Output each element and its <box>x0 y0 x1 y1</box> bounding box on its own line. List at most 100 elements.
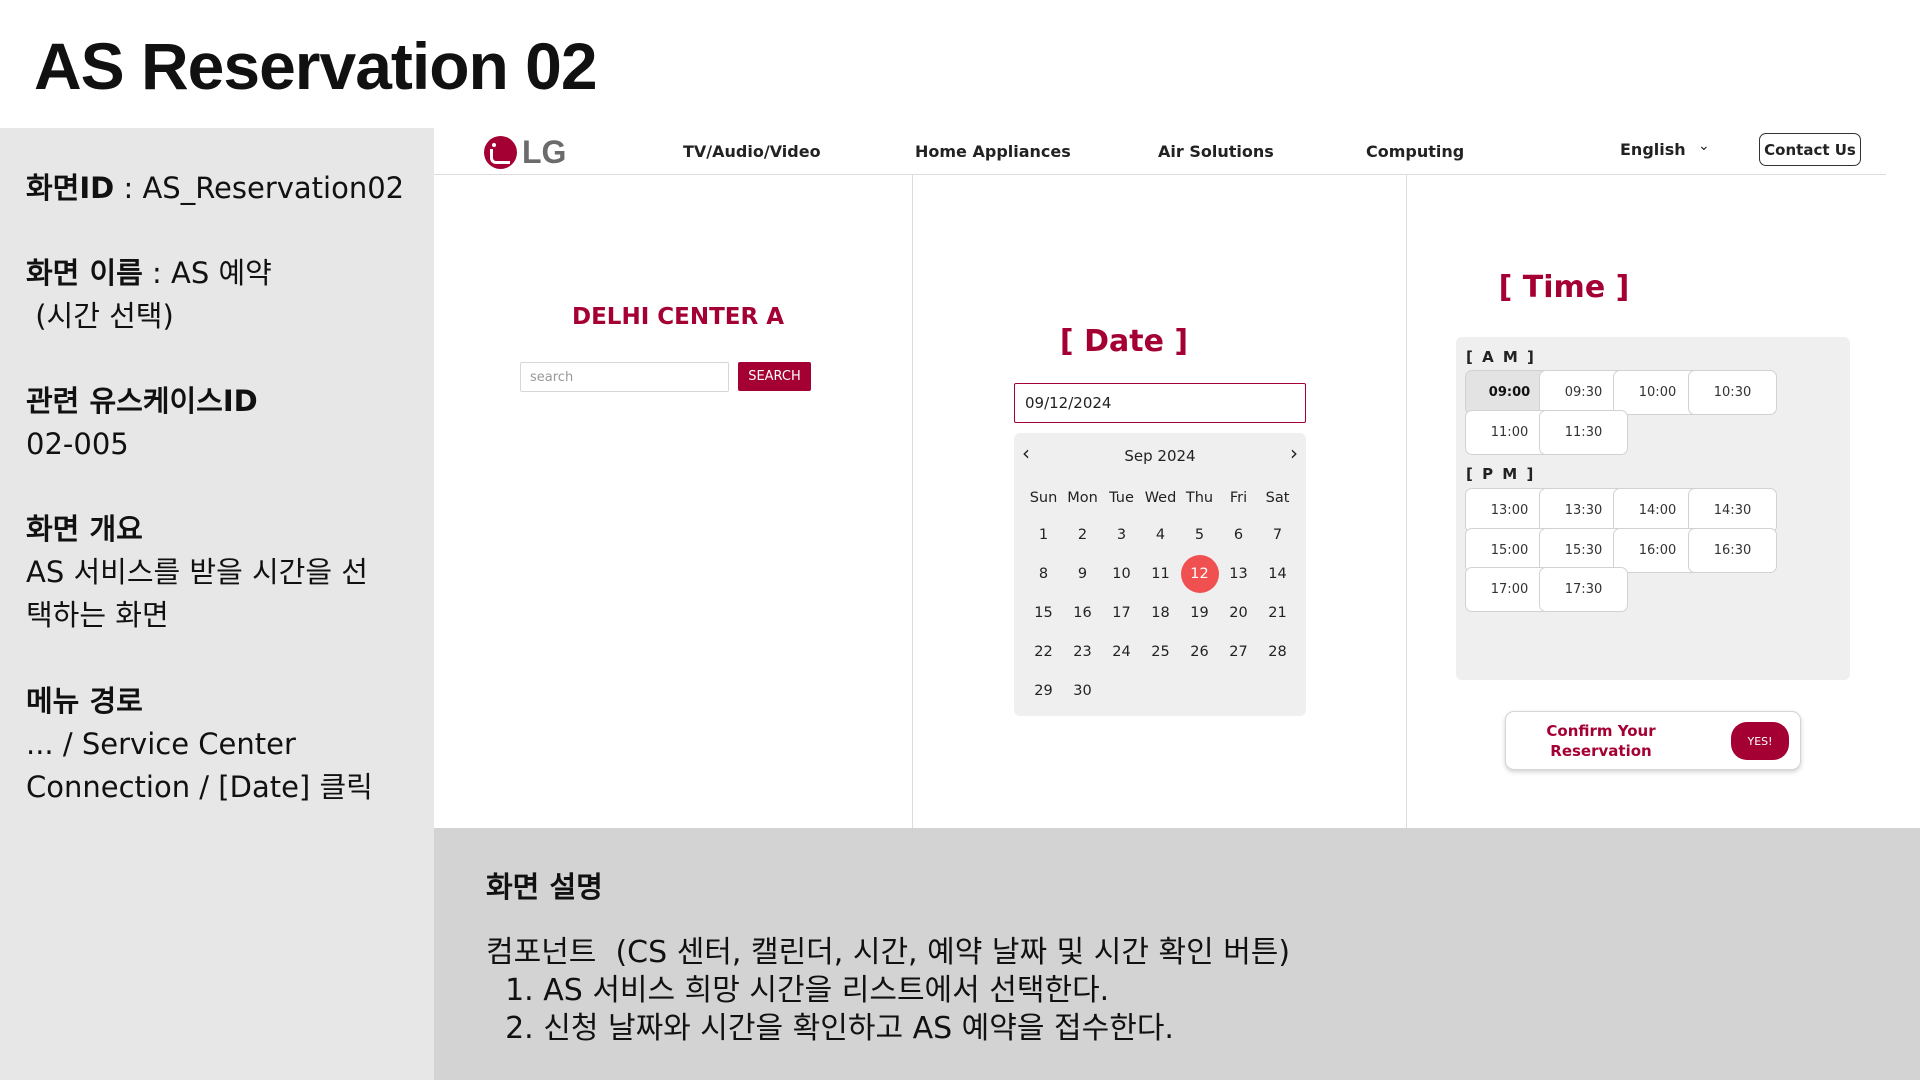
calendar-day[interactable]: 1 <box>1024 515 1063 554</box>
confirm-text-line-2: Reservation <box>1550 742 1652 760</box>
calendar-day[interactable]: 24 <box>1102 632 1141 671</box>
calendar-day-label: 12 <box>1180 554 1219 593</box>
calendar-day[interactable]: 11 <box>1141 554 1180 593</box>
time-slot[interactable]: 17:30 <box>1539 567 1628 612</box>
calendar-day[interactable]: 7 <box>1258 515 1297 554</box>
lg-logo-text: LG <box>522 134 567 170</box>
service-center-name: DELHI CENTER A <box>572 304 785 330</box>
weekday-header: Thu <box>1185 490 1214 506</box>
chevron-right-icon[interactable]: › <box>1290 441 1298 465</box>
contact-us-button[interactable]: Contact Us <box>1759 133 1861 166</box>
calendar-day[interactable]: 18 <box>1141 593 1180 632</box>
time-slot[interactable]: 14:30 <box>1688 488 1777 533</box>
calendar-day[interactable]: 19 <box>1180 593 1219 632</box>
calendar-day-label: 26 <box>1190 643 1209 660</box>
description-title: 화면 설명 <box>486 870 603 904</box>
calendar-day-label: 23 <box>1073 643 1092 660</box>
calendar-day[interactable]: 22 <box>1024 632 1063 671</box>
calendar-day[interactable]: 30 <box>1063 671 1102 710</box>
calendar-day-label: 6 <box>1233 526 1244 543</box>
screen-name-info: 화면 이름 : AS 예약 (시간 선택) <box>26 252 272 338</box>
calendar-day-label: 28 <box>1268 643 1287 660</box>
calendar-day[interactable]: 10 <box>1102 554 1141 593</box>
page-title: AS Reservation 02 <box>34 29 598 103</box>
weekday-header: Sun <box>1029 490 1058 506</box>
calendar-day-label: 13 <box>1229 565 1248 582</box>
pm-label: [ P M ] <box>1466 465 1536 483</box>
nav-item-air-solutions[interactable]: Air Solutions <box>1158 142 1274 161</box>
calendar-day-label: 10 <box>1112 565 1131 582</box>
calendar-day[interactable]: 16 <box>1063 593 1102 632</box>
calendar-day[interactable]: 14 <box>1258 554 1297 593</box>
date-input[interactable] <box>1014 383 1306 423</box>
calendar-day-label: 17 <box>1112 604 1131 621</box>
screen-name-label: 화면 이름 <box>26 256 143 290</box>
search-button[interactable]: SEARCH <box>738 362 811 391</box>
calendar-day-label: 7 <box>1272 526 1283 543</box>
nav-item-home-appliances[interactable]: Home Appliances <box>915 142 1071 161</box>
calendar-day-label: 21 <box>1268 604 1287 621</box>
screen-id-info: 화면ID : AS_Reservation02 <box>26 167 404 210</box>
screen-name-value: : AS 예약 <box>142 256 272 290</box>
calendar-day-label: 19 <box>1190 604 1209 621</box>
calendar-day-selected[interactable]: 12 <box>1180 554 1219 593</box>
language-selector[interactable]: English <box>1620 140 1686 159</box>
calendar-day[interactable]: 29 <box>1024 671 1063 710</box>
screen-name-value-2: (시간 선택) <box>26 299 174 333</box>
calendar-day-label: 29 <box>1034 682 1053 699</box>
nav-item-tv-audio-video[interactable]: TV/Audio/Video <box>683 142 821 161</box>
calendar-day[interactable]: 26 <box>1180 632 1219 671</box>
calendar: ‹ Sep 2024 › Sun Mon Tue Wed Thu Fri Sat 1 2 3 4 5 6… <box>1014 433 1306 716</box>
calendar-day-label: 15 <box>1034 604 1053 621</box>
calendar-day-label: 4 <box>1155 526 1166 543</box>
calendar-day[interactable]: 23 <box>1063 632 1102 671</box>
time-slot[interactable]: 16:30 <box>1688 527 1777 573</box>
calendar-day[interactable]: 4 <box>1141 515 1180 554</box>
weekday-header: Mon <box>1067 490 1098 506</box>
calendar-day-label: 24 <box>1112 643 1131 660</box>
calendar-day[interactable]: 21 <box>1258 593 1297 632</box>
screen-id-label: 화면ID <box>26 171 115 205</box>
calendar-empty-cell <box>1102 671 1141 710</box>
calendar-day-label: 18 <box>1151 604 1170 621</box>
time-slot[interactable]: 10:30 <box>1688 370 1777 415</box>
time-slot-panel: [ A M ] [ P M ] 09:00 09:30 10:00 10:30 11:0… <box>1456 337 1850 680</box>
calendar-day[interactable]: 2 <box>1063 515 1102 554</box>
calendar-day[interactable]: 8 <box>1024 554 1063 593</box>
usecase-label: 관련 유스케이스ID <box>26 384 258 418</box>
calendar-day-label: 16 <box>1073 604 1092 621</box>
column-divider <box>912 175 913 828</box>
calendar-day[interactable]: 27 <box>1219 632 1258 671</box>
calendar-day[interactable]: 25 <box>1141 632 1180 671</box>
calendar-day[interactable]: 20 <box>1219 593 1258 632</box>
overview-label: 화면 개요 <box>26 512 143 546</box>
lg-logo[interactable]: LG <box>484 134 566 171</box>
calendar-day[interactable]: 5 <box>1180 515 1219 554</box>
top-navbar: LG TV/Audio/Video Home Appliances Air So… <box>434 128 1886 175</box>
menu-path-line-2: Connection / [Date] 클릭 <box>26 770 373 804</box>
confirm-text-line-1: Confirm Your <box>1546 722 1656 740</box>
calendar-empty-cell <box>1180 671 1219 710</box>
calendar-day[interactable]: 15 <box>1024 593 1063 632</box>
calendar-empty-cell <box>1258 671 1297 710</box>
yes-confirm-button[interactable]: YES! <box>1731 722 1789 760</box>
calendar-day[interactable]: 3 <box>1102 515 1141 554</box>
calendar-day-label: 11 <box>1151 565 1170 582</box>
nav-item-computing[interactable]: Computing <box>1366 142 1464 161</box>
menu-path-label: 메뉴 경로 <box>26 684 143 718</box>
calendar-day[interactable]: 9 <box>1063 554 1102 593</box>
time-slot[interactable]: 11:30 <box>1539 409 1628 455</box>
menu-path-line-1: ... / Service Center <box>26 727 296 761</box>
calendar-day[interactable]: 17 <box>1102 593 1141 632</box>
calendar-day-label: 5 <box>1194 526 1205 543</box>
calendar-day[interactable]: 6 <box>1219 515 1258 554</box>
chevron-down-icon[interactable]: ⌄ <box>1698 138 1710 154</box>
menu-path-info: 메뉴 경로 ... / Service Center Connection / … <box>26 680 373 809</box>
description-line: 1. AS 서비스 희망 시간을 리스트에서 선택한다. <box>486 973 1110 1008</box>
calendar-day[interactable]: 13 <box>1219 554 1258 593</box>
description-line: 2. 신청 날짜와 시간을 확인하고 AS 예약을 접수한다. <box>486 1011 1174 1046</box>
center-search-input[interactable] <box>520 362 729 392</box>
calendar-day[interactable]: 28 <box>1258 632 1297 671</box>
am-label: [ A M ] <box>1466 348 1536 366</box>
usecase-info: 관련 유스케이스ID 02-005 <box>26 380 258 466</box>
